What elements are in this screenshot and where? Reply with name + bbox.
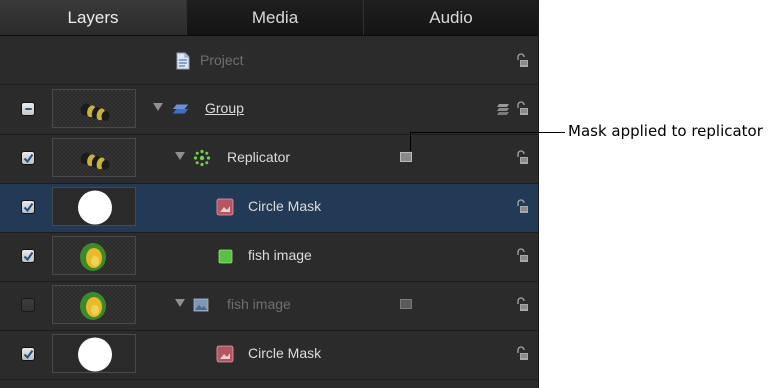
tab-layers[interactable]: Layers: [0, 0, 186, 35]
layer-thumbnail: [52, 236, 136, 275]
layer-thumbnail: [52, 89, 136, 128]
image-mask-icon: [216, 345, 234, 363]
group-icon: [172, 104, 189, 114]
project-file-icon: [176, 52, 190, 70]
layer-checkbox[interactable]: [21, 249, 35, 263]
disclosure-triangle-icon[interactable]: [175, 299, 185, 307]
tab-bar: Layers Media Audio: [0, 0, 538, 36]
project-label: Project: [200, 52, 244, 68]
tab-audio[interactable]: Audio: [363, 0, 538, 35]
tab-media[interactable]: Media: [186, 0, 363, 35]
layer-row-replicator[interactable]: Replicator: [0, 135, 538, 184]
lock-icon[interactable]: [515, 53, 529, 69]
image-icon: [193, 298, 209, 312]
layer-row-group[interactable]: Group: [0, 86, 538, 135]
disclosure-triangle-icon[interactable]: [175, 152, 185, 160]
layer-name[interactable]: Circle Mask: [248, 345, 321, 361]
mask-indicator-icon: [400, 299, 412, 309]
layer-row-fish-image-disabled[interactable]: fish image: [0, 282, 538, 331]
layer-checkbox[interactable]: [21, 347, 35, 361]
layer-checkbox[interactable]: [21, 200, 35, 214]
layers-panel: Layers Media Audio Project Group Replica…: [0, 0, 539, 388]
callout-leader-tick: [410, 132, 411, 151]
checkmark-icon: [23, 153, 33, 163]
checkmark-icon: [23, 349, 33, 359]
layer-name[interactable]: fish image: [248, 247, 312, 263]
layer-checkbox[interactable]: [21, 298, 35, 312]
checkmark-icon: [23, 251, 33, 261]
layer-name[interactable]: Replicator: [227, 149, 290, 165]
lock-icon[interactable]: [515, 297, 529, 313]
lock-icon[interactable]: [515, 199, 529, 215]
layer-name[interactable]: Circle Mask: [248, 198, 321, 214]
layer-thumbnail: [52, 285, 136, 324]
callout-leader-line: [410, 132, 565, 133]
green-square-icon: [218, 249, 233, 264]
image-mask-icon: [216, 198, 234, 216]
project-row[interactable]: Project: [0, 36, 538, 85]
layer-thumbnail: [52, 187, 136, 226]
layer-checkbox[interactable]: [21, 151, 35, 165]
layer-thumbnail: [52, 334, 136, 373]
lock-icon[interactable]: [515, 150, 529, 166]
layer-thumbnail: [52, 138, 136, 177]
layer-checkbox[interactable]: [21, 102, 35, 116]
checkmark-icon: [23, 202, 33, 212]
layer-row-circle-mask-2[interactable]: Circle Mask: [0, 331, 538, 380]
lock-icon[interactable]: [515, 101, 529, 117]
layer-name[interactable]: Group: [205, 100, 244, 116]
lock-icon[interactable]: [515, 346, 529, 362]
layer-row-circle-mask[interactable]: Circle Mask: [0, 184, 538, 233]
replicator-icon: [193, 149, 211, 167]
stack-icon: [497, 104, 509, 115]
mask-indicator-icon: [400, 152, 412, 162]
layer-name[interactable]: fish image: [227, 296, 291, 312]
disclosure-triangle-icon[interactable]: [153, 103, 163, 111]
callout-label: Mask applied to replicator: [568, 122, 763, 140]
layer-row-fish-image[interactable]: fish image: [0, 233, 538, 282]
lock-icon[interactable]: [515, 248, 529, 264]
